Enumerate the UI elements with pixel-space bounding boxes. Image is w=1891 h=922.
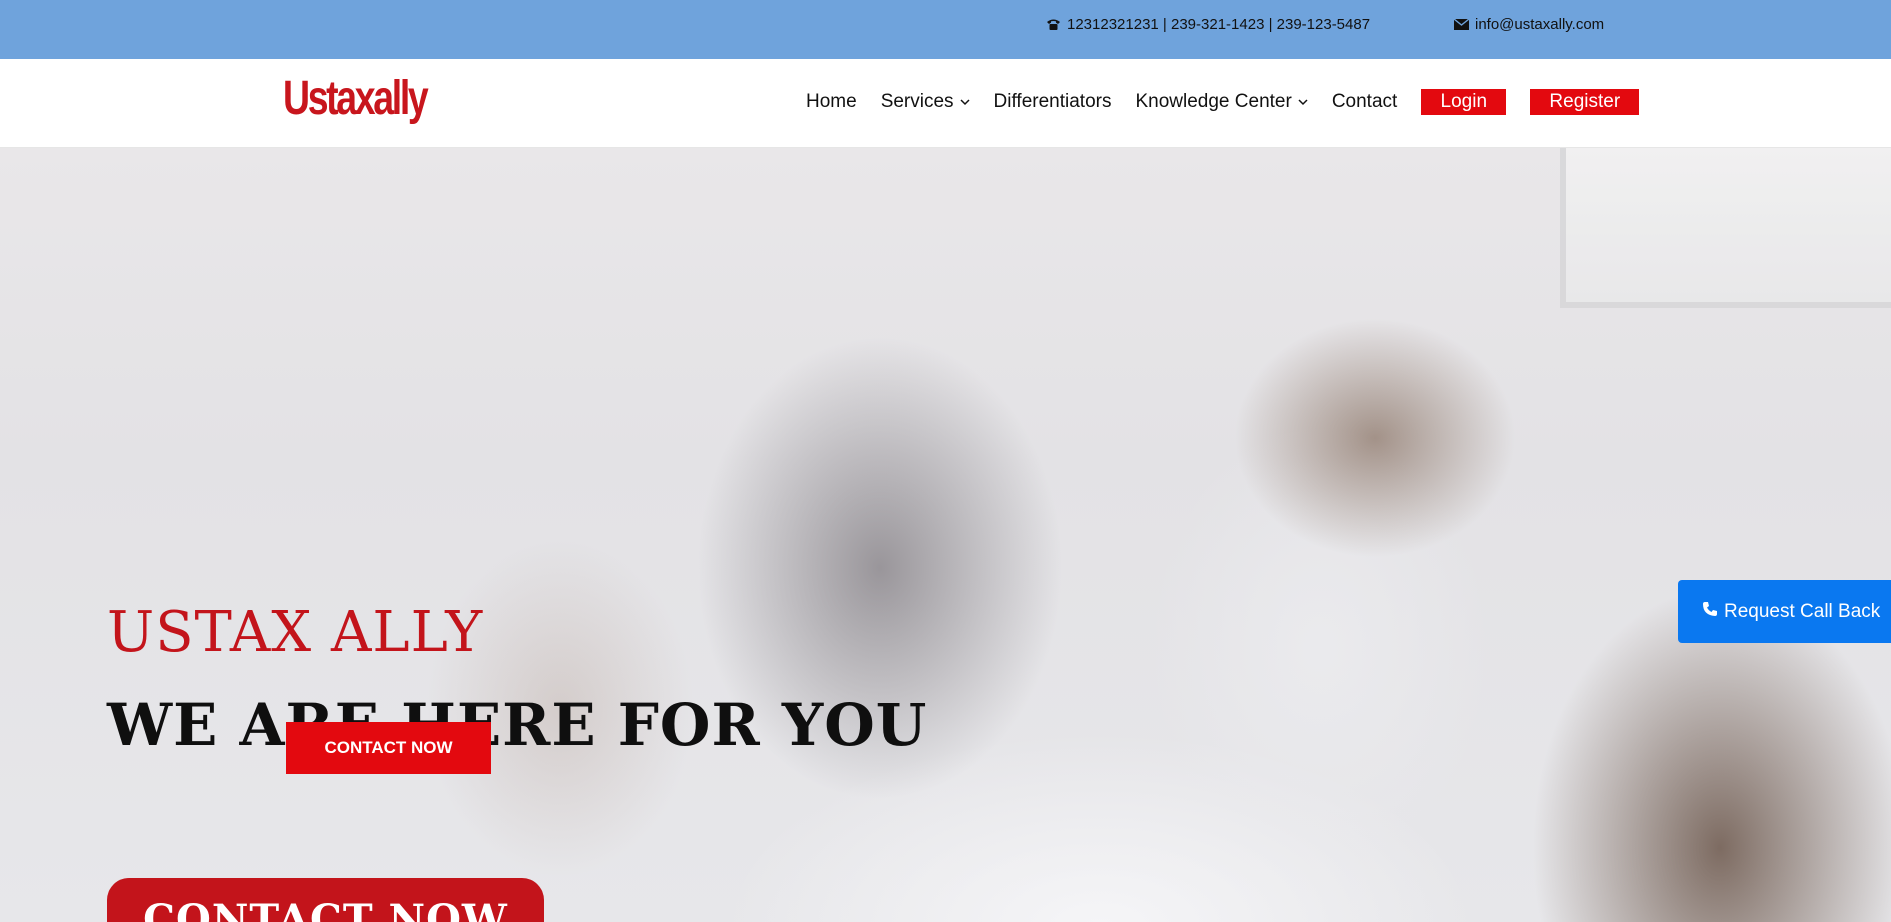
nav-services-label: Services [880,91,954,112]
site-logo[interactable]: Ustaxally [283,75,429,123]
nav-home-label: Home [806,91,857,112]
nav-knowledge-center[interactable]: Knowledge Center [1135,89,1308,115]
email-link[interactable]: info@ustaxally.com [1454,16,1604,33]
nav-knowledge-center-label: Knowledge Center [1135,91,1292,112]
primary-nav: Home Services Differentiators Knowledge … [806,89,1640,115]
contact-now-button[interactable]: CONTACT NOW [286,722,491,774]
email-text: info@ustaxally.com [1475,16,1605,33]
nav-contact[interactable]: Contact [1332,89,1397,115]
request-call-back-label: Request Call Back [1724,600,1881,622]
hero-banner: USTAX ALLY WE ARE HERE FOR YOU CONTACT N… [0,148,1891,922]
phone-icon [1046,18,1061,31]
hero-background-image [1560,148,1891,308]
envelope-icon [1454,19,1469,30]
chevron-down-icon [960,98,970,106]
nav-differentiators-label: Differentiators [993,91,1112,112]
hero-subtitle: WE ARE HERE FOR YOU [107,691,928,759]
login-button[interactable]: Login [1421,89,1507,115]
contact-now-large-button[interactable]: CONTACT NOW [107,878,544,922]
phone-numbers[interactable]: 12312321231 | 239-321-1423 | 239-123-548… [1046,16,1370,33]
hero-title: USTAX ALLY [107,600,484,665]
request-call-back-button[interactable]: Request Call Back [1678,580,1891,643]
main-navbar: Ustaxally Home Services Differentiators … [0,59,1891,148]
phone-numbers-text: 12312321231 | 239-321-1423 | 239-123-548… [1067,16,1371,33]
phone-icon [1702,601,1718,623]
nav-differentiators[interactable]: Differentiators [994,89,1112,115]
nav-home[interactable]: Home [806,89,857,115]
register-button[interactable]: Register [1530,89,1640,115]
top-info-bar: 12312321231 | 239-321-1423 | 239-123-548… [0,0,1891,59]
nav-contact-label: Contact [1331,91,1398,112]
chevron-down-icon [1298,98,1308,106]
nav-services[interactable]: Services [881,89,970,115]
